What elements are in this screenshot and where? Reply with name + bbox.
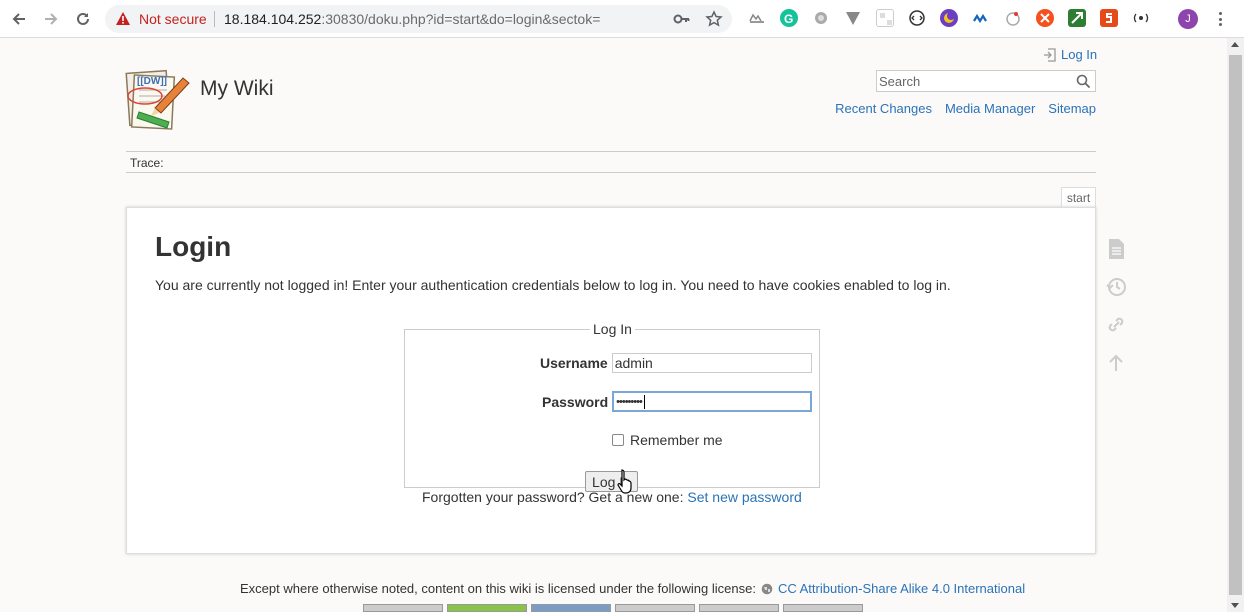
media-manager-link[interactable]: Media Manager <box>945 101 1035 116</box>
username-label: Username <box>540 355 608 371</box>
php-badge[interactable] <box>531 604 611 612</box>
hand-cursor-icon <box>617 469 632 494</box>
recent-changes-link[interactable]: Recent Changes <box>835 101 932 116</box>
css-badge[interactable] <box>699 604 779 612</box>
breadcrumb-trace: Trace: <box>126 151 1096 173</box>
license-notice: Except where otherwise noted, content on… <box>240 581 1025 596</box>
password-label: Password <box>542 393 609 410</box>
extension-icon[interactable] <box>972 9 990 27</box>
divider <box>214 11 215 27</box>
show-page-icon[interactable] <box>1105 237 1127 261</box>
login-icon <box>1044 47 1056 62</box>
login-intro-text: You are currently not logged in! Enter y… <box>155 277 951 293</box>
footer-badges <box>363 604 863 612</box>
login-link[interactable]: Log In <box>1043 47 1097 62</box>
menu-icon[interactable] <box>1212 10 1228 28</box>
warning-icon <box>116 12 130 25</box>
svg-text:G: G <box>784 12 793 26</box>
password-row: Password ••••••••• <box>542 391 813 412</box>
search-input[interactable] <box>877 71 1067 91</box>
back-icon[interactable] <box>8 8 30 30</box>
extension-icon[interactable] <box>876 9 894 27</box>
extension-icon[interactable] <box>748 9 766 27</box>
site-tools: Recent Changes Media Manager Sitemap <box>835 101 1096 116</box>
cc-globe-icon <box>761 583 773 594</box>
dokuwiki-badge[interactable] <box>783 604 863 612</box>
extension-icon[interactable] <box>844 9 862 27</box>
star-icon[interactable] <box>705 10 723 28</box>
wiki-logo[interactable]: [[DW]] <box>125 66 191 130</box>
license-link[interactable]: CC Attribution-Share Alike 4.0 Internati… <box>778 581 1025 596</box>
scrollbar-thumb[interactable] <box>1229 55 1242 595</box>
back-to-top-icon[interactable] <box>1105 351 1127 375</box>
login-link-label: Log In <box>1061 47 1098 62</box>
url-text[interactable]: 18.184.104.252:30830/doku.php?id=start&d… <box>224 11 600 27</box>
license-text: Except where otherwise noted, content on… <box>240 581 756 596</box>
page-scrollbar[interactable] <box>1227 38 1244 612</box>
page-title: Login <box>155 231 232 262</box>
url-host: 18.184.104.252 <box>224 11 322 27</box>
site-name[interactable]: My Wiki <box>200 77 273 101</box>
profile-avatar[interactable]: J <box>1178 9 1198 29</box>
extension-icon[interactable] <box>1036 9 1054 27</box>
backlinks-icon[interactable] <box>1105 313 1127 337</box>
remember-checkbox[interactable] <box>612 434 624 446</box>
extension-icon[interactable] <box>940 9 958 27</box>
html5-badge[interactable] <box>615 604 695 612</box>
forgot-password-text: Forgotten your password? Get a new one: <box>422 489 684 505</box>
old-revisions-icon[interactable] <box>1105 275 1127 299</box>
forgot-password: Forgotten your password? Get a new one: … <box>422 489 802 505</box>
remember-row[interactable]: Remember me <box>612 432 723 448</box>
scroll-up-icon[interactable] <box>1231 42 1239 47</box>
username-row: Username <box>540 353 812 373</box>
browser-toolbar: Not secure 18.184.104.252:30830/doku.php… <box>0 0 1244 38</box>
security-status[interactable]: Not secure <box>139 11 207 27</box>
password-field[interactable]: ••••••••• <box>612 391 813 412</box>
search-icon[interactable] <box>1076 74 1091 89</box>
grammarly-icon[interactable]: G <box>780 9 798 27</box>
page-content: Login You are currently not logged in! E… <box>126 207 1096 554</box>
extension-icon[interactable] <box>1132 9 1150 27</box>
login-form-legend: Log In <box>593 321 632 337</box>
svg-text:[[DW]]: [[DW]] <box>137 76 167 87</box>
url-path: :30830/doku.php?id=start&do=login&sectok… <box>321 11 601 27</box>
login-form: Log In Username Password ••••••••• Remem… <box>404 321 820 492</box>
page-id-tab: start <box>1061 187 1096 208</box>
trace-label: Trace: <box>130 156 164 170</box>
scroll-down-icon[interactable] <box>1231 603 1239 608</box>
username-field[interactable] <box>611 353 812 373</box>
extension-icon[interactable] <box>908 9 926 27</box>
password-mask: ••••••••• <box>616 395 643 408</box>
forward-icon[interactable] <box>40 8 62 30</box>
search-box <box>876 70 1096 92</box>
extension-icon[interactable] <box>1068 9 1086 27</box>
remember-label[interactable]: Remember me <box>630 432 723 448</box>
sitemap-link[interactable]: Sitemap <box>1048 101 1096 116</box>
cc-badge[interactable] <box>363 604 443 612</box>
extension-icon[interactable] <box>1100 9 1118 27</box>
address-bar[interactable]: Not secure 18.184.104.252:30830/doku.php… <box>105 5 732 33</box>
extension-icon[interactable] <box>812 9 830 27</box>
extension-icon[interactable] <box>1004 9 1022 27</box>
key-icon[interactable] <box>673 10 691 28</box>
set-new-password-link[interactable]: Set new password <box>687 489 801 505</box>
reload-icon[interactable] <box>72 8 94 30</box>
donate-badge[interactable] <box>447 604 527 612</box>
